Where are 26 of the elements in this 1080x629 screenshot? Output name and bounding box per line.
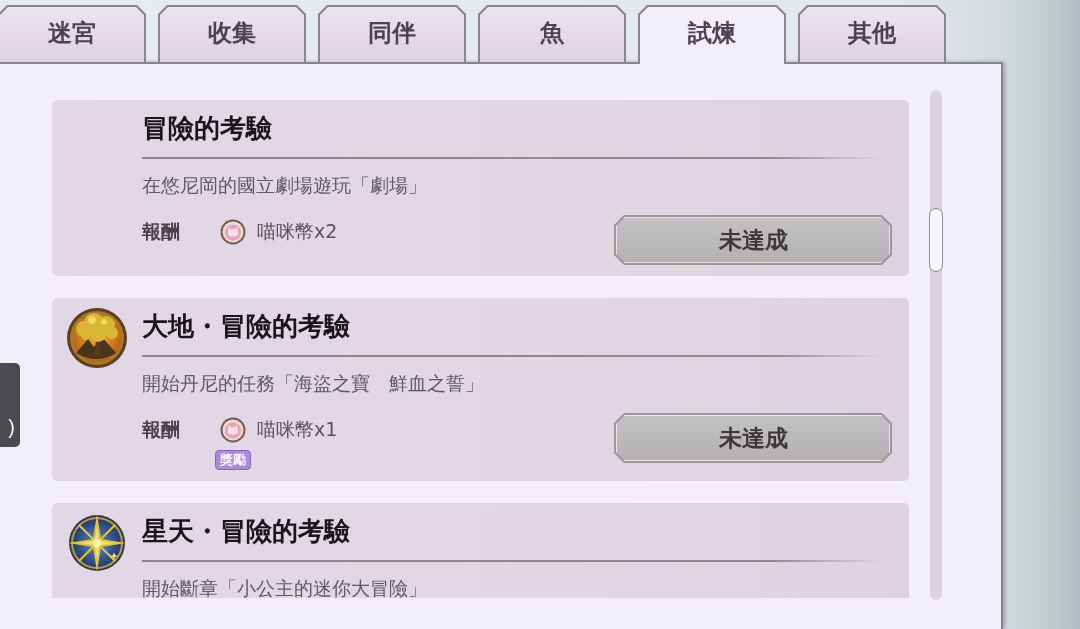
tab[interactable]: 收集 — [158, 5, 306, 62]
tab[interactable]: 魚 — [478, 5, 626, 62]
trial-description: 在悠尼岡的國立劇場遊玩「劇場」 — [142, 173, 428, 198]
trial-description: 開始丹尼的任務「海盜之寶 鮮血之誓」 — [142, 371, 485, 396]
status-button[interactable]: 未達成 — [614, 413, 892, 463]
tab[interactable]: 其他 — [798, 5, 946, 62]
trial-description: 開始斷章「小公主的迷你大冒險」 — [142, 576, 428, 598]
scrollbar-thumb[interactable] — [929, 208, 943, 272]
coin-icon — [220, 219, 246, 245]
tab[interactable]: 同伴 — [318, 5, 466, 62]
compass-star-icon — [66, 512, 128, 574]
reward-text: 喵咪幣x1 — [257, 417, 338, 442]
tab[interactable]: 迷宮 — [0, 5, 146, 62]
coin-icon — [220, 417, 246, 443]
bonus-badge: 獎勵 — [215, 450, 251, 470]
side-tab[interactable]: ) — [0, 363, 20, 447]
tab[interactable]: 試煉 — [638, 5, 786, 64]
reward-label: 報酬 — [142, 219, 181, 244]
reward-text: 喵咪幣x2 — [257, 219, 338, 244]
trial-title: 星天・冒險的考驗 — [142, 516, 351, 548]
scrollbar-track[interactable] — [930, 90, 942, 600]
trial-title: 大地・冒險的考驗 — [142, 311, 351, 343]
reward-label: 報酬 — [142, 417, 181, 442]
status-button[interactable]: 未達成 — [614, 215, 892, 265]
tree-emblem-icon — [66, 307, 128, 369]
trial-title: 冒險的考驗 — [142, 113, 273, 145]
